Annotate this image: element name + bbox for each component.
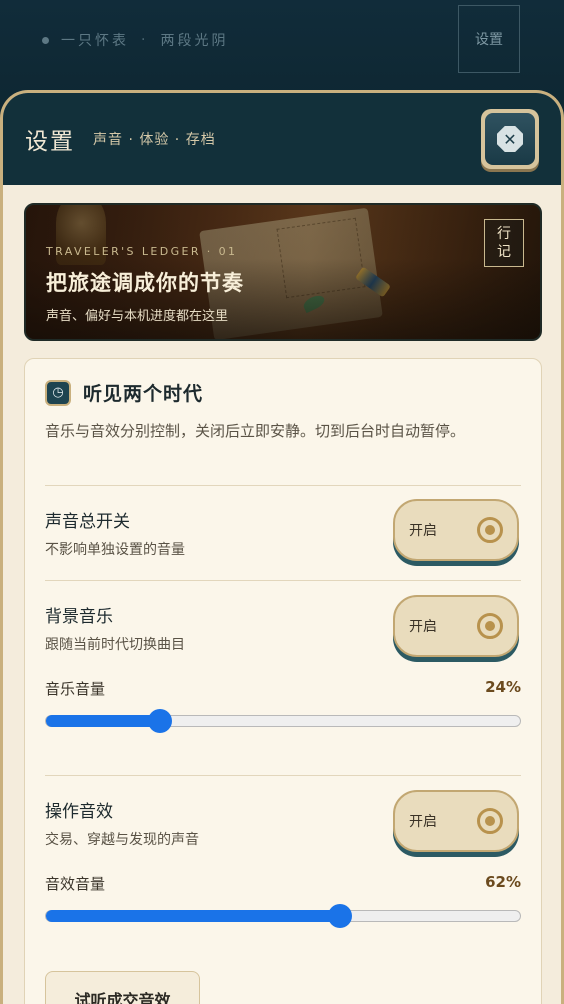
music-toggle[interactable]: 开启 bbox=[393, 595, 519, 657]
toggle-label: 开启 bbox=[409, 523, 437, 539]
banner-description: 声音、偏好与本机进度都在这里 bbox=[46, 309, 229, 324]
card-title: 听见两个时代 bbox=[83, 383, 204, 405]
close-button-face: ✕ bbox=[485, 113, 535, 165]
toggle-knob-icon bbox=[477, 613, 503, 639]
toggle-label: 开启 bbox=[409, 619, 437, 635]
music-subtitle: 跟随当前时代切换曲目 bbox=[45, 637, 185, 653]
ledger-stamp: 行 记 bbox=[484, 219, 524, 267]
sheet-header: 设置 声音 · 体验 · 存档 ✕ bbox=[3, 93, 561, 185]
divider bbox=[45, 485, 521, 486]
music-volume-label: 音乐音量 bbox=[45, 680, 106, 698]
settings-button[interactable]: 设置 bbox=[458, 5, 520, 73]
settings-sheet: 设置 声音 · 体验 · 存档 ✕ TRAVELER'S LEDGER · 01… bbox=[0, 90, 564, 1004]
sfx-toggle[interactable]: 开启 bbox=[393, 790, 519, 852]
sheet-title: 设置 bbox=[25, 129, 75, 155]
banner-headline: 把旅途调成你的节奏 bbox=[46, 270, 244, 295]
slider-thumb[interactable] bbox=[147, 709, 172, 733]
master-sound-toggle[interactable]: 开启 bbox=[393, 499, 519, 561]
sfx-volume-label: 音效音量 bbox=[45, 875, 106, 893]
sheet-subtitle: 声音 · 体验 · 存档 bbox=[93, 132, 216, 148]
stamp-char-top: 行 bbox=[497, 226, 511, 242]
card-description: 音乐与音效分别控制，关闭后立即安静。切到后台时自动暂停。 bbox=[45, 422, 466, 440]
stamp-char-bottom: 记 bbox=[497, 244, 511, 260]
toggle-knob-icon bbox=[477, 517, 503, 543]
toggle-label: 开启 bbox=[409, 814, 437, 830]
toggle-knob-icon bbox=[477, 808, 503, 834]
ledger-banner: TRAVELER'S LEDGER · 01 把旅途调成你的节奏 声音、偏好与本… bbox=[24, 203, 542, 341]
divider bbox=[45, 775, 521, 776]
slider-fill bbox=[46, 910, 340, 922]
banner-eyebrow: TRAVELER'S LEDGER · 01 bbox=[46, 245, 238, 258]
slider-fill bbox=[46, 715, 160, 727]
master-sound-subtitle: 不影响单独设置的音量 bbox=[45, 542, 185, 558]
sfx-title: 操作音效 bbox=[45, 802, 113, 822]
breadcrumb-separator: · bbox=[141, 32, 149, 48]
sfx-subtitle: 交易、穿越与发现的声音 bbox=[45, 832, 199, 848]
test-trade-sound-button[interactable]: 试听成交音效 bbox=[45, 971, 200, 1004]
slider-thumb[interactable] bbox=[327, 904, 352, 928]
music-volume-value: 24% bbox=[485, 678, 521, 696]
sfx-volume-value: 62% bbox=[485, 873, 521, 891]
breadcrumb-item-watch: 一只怀表 bbox=[61, 33, 129, 49]
master-sound-title: 声音总开关 bbox=[45, 512, 130, 532]
close-button[interactable]: ✕ bbox=[481, 109, 539, 169]
breadcrumb: 一只怀表 · 两段光阴 bbox=[42, 30, 228, 50]
card-header: ◷ 听见两个时代 bbox=[45, 379, 203, 406]
breadcrumb-item-time: 两段光阴 bbox=[160, 33, 229, 49]
music-volume-slider[interactable] bbox=[45, 709, 521, 733]
close-icon: ✕ bbox=[497, 126, 523, 152]
sound-settings-card: ◷ 听见两个时代 音乐与音效分别控制，关闭后立即安静。切到后台时自动暂停。 声音… bbox=[24, 358, 542, 1004]
divider bbox=[45, 580, 521, 581]
sfx-volume-slider[interactable] bbox=[45, 904, 521, 928]
dot-icon bbox=[42, 36, 49, 44]
clock-icon: ◷ bbox=[45, 379, 71, 406]
music-title: 背景音乐 bbox=[45, 607, 113, 627]
